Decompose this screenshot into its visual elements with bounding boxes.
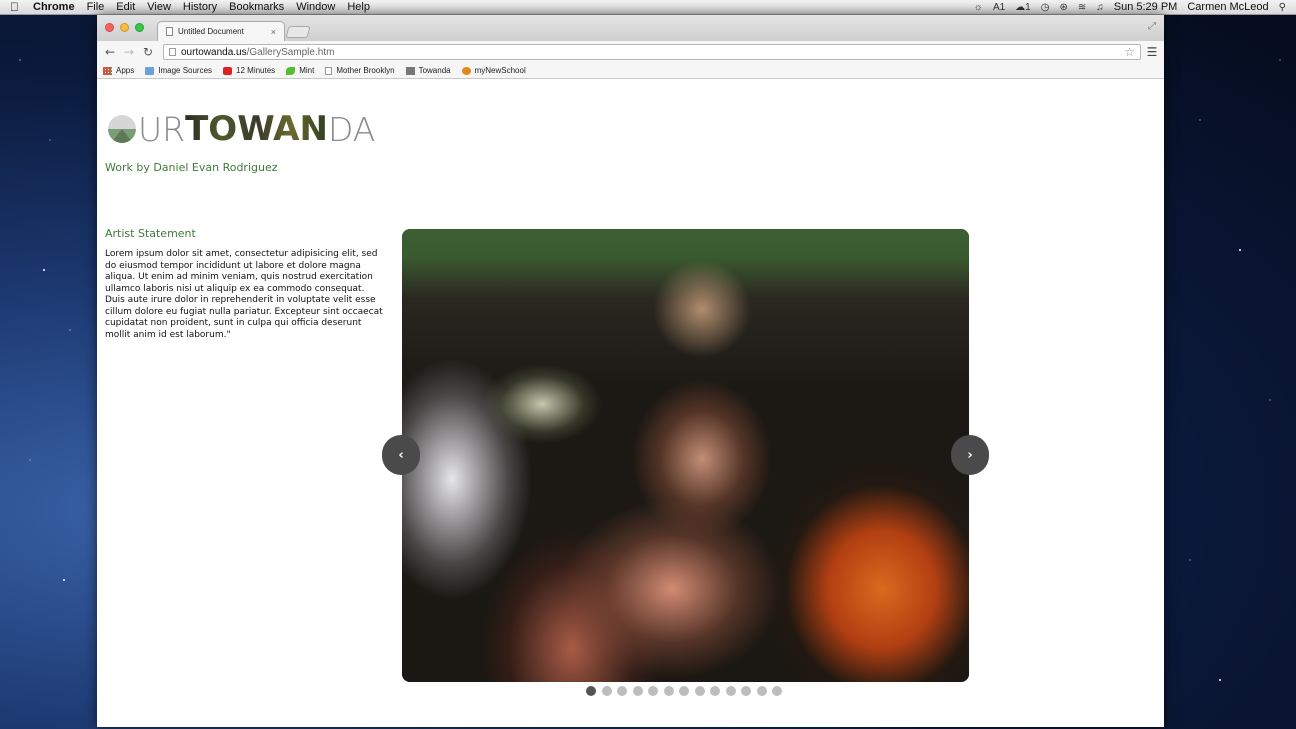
forward-arrow-icon[interactable]: → — [121, 45, 137, 59]
new-tab-button[interactable] — [285, 26, 311, 38]
adobe-icon[interactable]: A1 — [993, 2, 1005, 13]
slide-dot[interactable] — [632, 686, 643, 696]
page-icon — [166, 27, 173, 36]
menu-edit[interactable]: Edit — [116, 1, 135, 13]
bookmark-mint[interactable]: Mint — [286, 66, 314, 75]
slide-dot[interactable] — [617, 686, 627, 696]
fullscreen-icon[interactable]: ⤢ — [1148, 21, 1156, 32]
url-path: /GallerySample.htm — [246, 46, 335, 58]
clock[interactable]: Sun 5:29 PM — [1114, 1, 1178, 13]
slide-indicators — [586, 686, 782, 696]
page-icon — [325, 66, 333, 75]
bookmark-label: Mint — [299, 66, 315, 75]
bookmark-mynewschool[interactable]: myNewSchool — [461, 66, 526, 75]
cloud-count: 1 — [1025, 1, 1031, 13]
slide-dot[interactable] — [648, 686, 658, 696]
slide-photo — [402, 229, 969, 682]
bookmark-towanda[interactable]: Towanda — [405, 66, 451, 75]
logo-text-tail: DA — [327, 109, 376, 149]
slide-dot[interactable] — [710, 686, 720, 696]
bookmark-apps[interactable]: Apps — [103, 66, 134, 75]
adobe-count: 1 — [999, 1, 1006, 13]
mint-leaf-icon — [286, 66, 296, 75]
bookmark-12-minutes[interactable]: 12 Minutes — [223, 66, 275, 75]
spotlight-search-icon[interactable]: ⚲ — [1279, 2, 1286, 13]
window-controls — [105, 23, 144, 32]
site-icon — [405, 66, 415, 75]
bluetooth-icon[interactable]: ⊛ — [1059, 2, 1067, 13]
user-name[interactable]: Carmen McLeod — [1187, 1, 1268, 13]
bookmark-label: myNewSchool — [474, 66, 526, 75]
apps-grid-icon — [103, 66, 112, 75]
site-logo[interactable]: UR TOWAN DA — [108, 109, 375, 149]
menu-view[interactable]: View — [147, 1, 171, 13]
web-page: UR TOWAN DA Work by Daniel Evan Rodrigue… — [97, 79, 1164, 727]
close-window-button[interactable] — [105, 23, 114, 32]
bookmark-star-icon[interactable]: ☆ — [1124, 45, 1135, 59]
photo-slideshow[interactable] — [402, 229, 969, 682]
newschool-icon — [461, 66, 471, 75]
bookmark-label: 12 Minutes — [236, 66, 276, 75]
previous-slide-button[interactable]: ‹ — [382, 435, 420, 475]
bookmark-mother-brooklyn[interactable]: Mother Brooklyn — [325, 66, 395, 75]
zoom-window-button[interactable] — [135, 23, 144, 32]
apple-icon[interactable]:  — [10, 0, 19, 14]
logo-text-bold: TOWAN — [185, 109, 328, 149]
chrome-menu-icon[interactable]: ☰ — [1145, 45, 1159, 59]
bookmark-image-sources[interactable]: Image Sources — [145, 66, 212, 75]
reload-icon[interactable]: ↻ — [140, 45, 156, 59]
menu-history[interactable]: History — [183, 1, 217, 13]
slide-dot[interactable] — [725, 686, 736, 696]
bookmark-label: Towanda — [418, 66, 451, 75]
statement-text: Lorem ipsum dolor sit amet, consectetur … — [105, 249, 383, 340]
tab-title: Untitled Document — [178, 27, 244, 36]
menu-bookmarks[interactable]: Bookmarks — [229, 1, 284, 13]
wifi-icon[interactable]: ≋ — [1078, 2, 1086, 13]
address-bar[interactable]: ourtowanda.us /GallerySample.htm ☆ — [163, 44, 1141, 60]
mac-menubar:  Chrome File Edit View History Bookmark… — [0, 0, 1296, 15]
chevron-right-icon: › — [967, 447, 973, 463]
chevron-left-icon: ‹ — [398, 447, 404, 463]
slide-dot[interactable] — [663, 686, 674, 696]
slide-dot[interactable] — [601, 686, 612, 696]
slide-dot[interactable] — [586, 686, 596, 696]
page-subtitle: Work by Daniel Evan Rodriguez — [105, 161, 278, 174]
browser-toolbar: ← → ↻ ourtowanda.us /GallerySample.htm ☆… — [97, 41, 1164, 63]
mountain-logo-icon — [108, 115, 136, 143]
slide-dot[interactable] — [694, 686, 705, 696]
statement-heading: Artist Statement — [105, 227, 196, 240]
browser-window: Untitled Document × ⤢ ← → ↻ ourtowanda.u… — [97, 15, 1164, 727]
tab-strip: Untitled Document × ⤢ — [97, 15, 1164, 41]
slide-dot[interactable] — [679, 686, 689, 696]
folder-icon — [145, 66, 155, 75]
back-arrow-icon[interactable]: ← — [102, 45, 118, 59]
tab-untitled-document[interactable]: Untitled Document × — [157, 21, 285, 41]
volume-icon[interactable]: ♫ — [1096, 2, 1104, 13]
status-area: ☼ A1 ☁1 ◷ ⊛ ≋ ♫ Sun 5:29 PM Carmen McLeo… — [974, 1, 1286, 13]
weather-icon[interactable]: ☼ — [974, 2, 983, 13]
tab-close-icon[interactable]: × — [271, 27, 276, 37]
menu-app-name[interactable]: Chrome — [33, 1, 75, 13]
youtube-icon — [223, 66, 233, 75]
slide-dot[interactable] — [741, 686, 751, 696]
time-machine-icon[interactable]: ◷ — [1041, 2, 1050, 13]
bookmark-label: Image Sources — [158, 66, 213, 75]
menu-file[interactable]: File — [87, 1, 105, 13]
next-slide-button[interactable]: › — [951, 435, 989, 475]
minimize-window-button[interactable] — [120, 23, 129, 32]
cloud-icon[interactable]: ☁1 — [1015, 2, 1031, 13]
bookmark-label: Mother Brooklyn — [336, 66, 395, 75]
bookmarks-bar: Apps Image Sources 12 Minutes Mint Mothe… — [97, 63, 1164, 79]
menu-help[interactable]: Help — [347, 1, 370, 13]
menu-window[interactable]: Window — [296, 1, 335, 13]
bookmark-label: Apps — [116, 66, 135, 75]
slide-dot[interactable] — [772, 686, 782, 696]
page-icon — [169, 48, 176, 56]
logo-text-thin: UR — [138, 109, 186, 149]
url-host: ourtowanda.us — [181, 46, 247, 58]
slide-dot[interactable] — [756, 686, 767, 696]
